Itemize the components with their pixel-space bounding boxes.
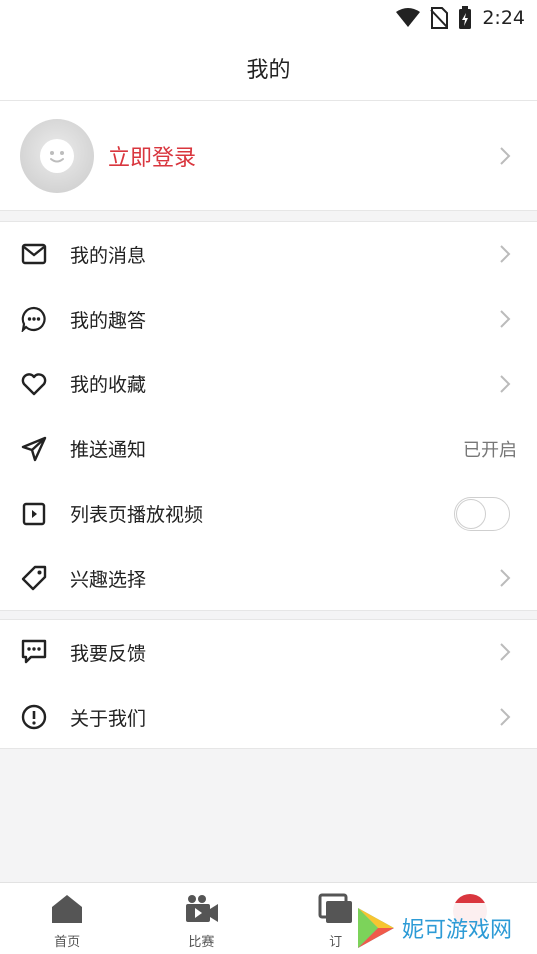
chevron-right-icon: [500, 310, 511, 328]
status-time: 2:24: [482, 7, 525, 29]
menu-item-label: 我的收藏: [70, 374, 147, 397]
info-icon: [21, 704, 47, 730]
menu-item-push-notifications[interactable]: 推送通知 已开启: [0, 416, 537, 481]
chevron-right-icon: [500, 708, 511, 726]
tab-match[interactable]: 比赛: [134, 883, 268, 954]
menu-item-label: 关于我们: [70, 707, 147, 730]
video-icon: [22, 502, 46, 525]
login-link[interactable]: 立即登录: [108, 140, 196, 172]
send-icon: [21, 436, 47, 461]
battery-charging-icon: [459, 6, 472, 29]
avatar[interactable]: [20, 118, 94, 193]
chevron-right-icon: [500, 245, 511, 264]
no-sim-icon: [430, 7, 449, 29]
watermark-text: 妮可游戏网: [402, 918, 513, 943]
menu-item-favorites[interactable]: 我的收藏: [0, 352, 537, 417]
menu-section-main: 我的消息 我的趣答 我的收藏 推送通知 已开启 列表页播放视频 兴趣选择: [0, 221, 537, 611]
title-bar: 我的: [0, 36, 537, 101]
menu-section-support: 我要反馈 关于我们: [0, 619, 537, 749]
menu-item-label: 推送通知: [70, 439, 147, 462]
tag-icon: [21, 566, 47, 591]
chevron-right-icon: [500, 643, 511, 662]
menu-item-about[interactable]: 关于我们: [0, 685, 537, 750]
menu-item-label: 列表页播放视频: [70, 504, 204, 527]
tab-label: 首页: [54, 935, 81, 950]
chat-bubble-icon: [21, 307, 46, 333]
home-icon: [52, 895, 83, 923]
chevron-right-icon: [500, 146, 511, 165]
smiley-face-icon: [40, 138, 74, 173]
tab-label: 订: [329, 935, 343, 950]
chevron-right-icon: [500, 375, 511, 393]
menu-item-interests[interactable]: 兴趣选择: [0, 546, 537, 611]
menu-item-messages[interactable]: 我的消息: [0, 222, 537, 287]
feedback-icon: [21, 640, 47, 664]
toggle-knob: [456, 498, 486, 529]
tab-home[interactable]: 首页: [0, 883, 134, 954]
tab-label: 比赛: [188, 935, 215, 950]
heart-icon: [21, 373, 47, 396]
camera-icon: [186, 895, 219, 922]
push-status-value: 已开启: [463, 439, 517, 461]
menu-item-label: 我的趣答: [70, 309, 147, 332]
mail-icon: [21, 244, 47, 265]
menu-item-label: 兴趣选择: [70, 568, 147, 591]
menu-item-feedback[interactable]: 我要反馈: [0, 620, 537, 685]
subscribe-icon: [318, 893, 352, 923]
autoplay-video-toggle[interactable]: [454, 496, 510, 531]
page-title: 我的: [246, 58, 291, 83]
wifi-icon: [396, 8, 421, 27]
menu-item-label: 我要反馈: [70, 642, 147, 665]
chevron-right-icon: [500, 569, 511, 588]
menu-item-autoplay-video[interactable]: 列表页播放视频: [0, 481, 537, 546]
menu-item-label: 我的消息: [70, 244, 147, 267]
play-logo-icon: [358, 908, 394, 948]
menu-item-answers[interactable]: 我的趣答: [0, 287, 537, 352]
login-row[interactable]: 立即登录: [0, 101, 537, 211]
watermark: 妮可游戏网: [356, 903, 537, 953]
status-bar: 2:24: [0, 0, 537, 36]
